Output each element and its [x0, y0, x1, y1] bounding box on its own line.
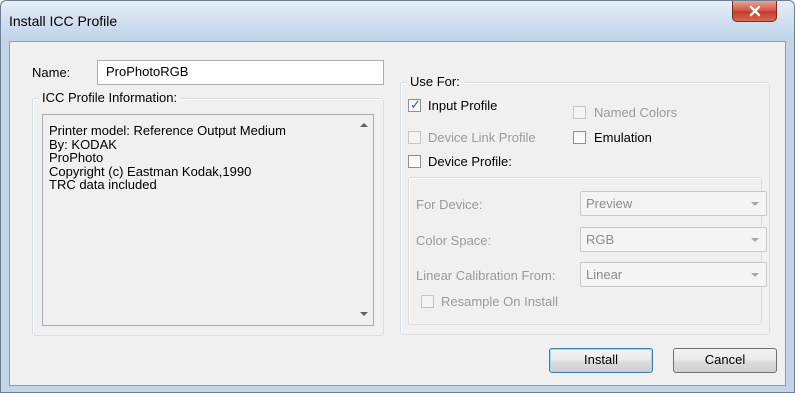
linear-calibration-label: Linear Calibration From:: [416, 268, 556, 283]
named-colors-checkbox[interactable]: [573, 106, 586, 119]
input-profile-label[interactable]: Input Profile: [428, 98, 497, 113]
info-line: TRC data included: [49, 177, 157, 192]
linear-calibration-select[interactable]: Linear: [580, 262, 767, 287]
vertical-scrollbar[interactable]: [356, 115, 373, 325]
device-profile-checkbox[interactable]: [408, 155, 421, 168]
cancel-button[interactable]: Cancel: [673, 348, 777, 373]
info-line: Copyright (c) Eastman Kodak,1990: [49, 163, 252, 179]
checkmark-icon: ✓: [410, 97, 421, 112]
for-device-label: For Device:: [416, 197, 483, 212]
for-device-value: Preview: [586, 196, 633, 211]
scroll-down-arrow-icon[interactable]: [360, 312, 368, 316]
device-link-profile-label[interactable]: Device Link Profile: [428, 130, 536, 145]
close-button[interactable]: [732, 1, 777, 22]
chevron-down-icon: [751, 238, 759, 242]
close-icon: [749, 5, 760, 17]
profile-info-caption: ICC Profile Information:: [39, 90, 181, 105]
resample-label[interactable]: Resample On Install: [441, 294, 558, 309]
scroll-up-arrow-icon[interactable]: [360, 123, 368, 127]
emulation-checkbox[interactable]: [573, 131, 586, 144]
chevron-down-icon: [751, 273, 759, 277]
info-line: ProPhoto: [49, 150, 104, 165]
dialog-body: Name: ProPhotoRGB ICC Profile Informatio…: [9, 41, 786, 386]
chevron-down-icon: [751, 202, 759, 206]
title-bar[interactable]: Install ICC Profile: [1, 1, 794, 41]
emulation-label[interactable]: Emulation: [594, 130, 652, 145]
profile-info-lines: Printer model: Reference Output Medium B…: [49, 124, 286, 192]
for-device-select[interactable]: Preview: [580, 191, 767, 216]
linear-calibration-value: Linear: [586, 267, 623, 282]
device-link-profile-checkbox[interactable]: [408, 131, 421, 144]
input-profile-checkbox[interactable]: ✓: [408, 97, 421, 112]
color-space-select[interactable]: RGB: [580, 227, 767, 252]
device-profile-label[interactable]: Device Profile:: [428, 154, 512, 169]
resample-checkbox[interactable]: [421, 295, 434, 308]
install-button[interactable]: Install: [549, 348, 653, 373]
use-for-caption: Use For:: [407, 74, 463, 89]
info-line: Printer model: Reference Output Medium: [49, 123, 286, 138]
window-title: Install ICC Profile: [9, 13, 118, 29]
info-line: By: KODAK: [49, 136, 117, 152]
color-space-label: Color Space:: [416, 233, 492, 248]
profile-info-text[interactable]: Printer model: Reference Output Medium B…: [42, 114, 374, 326]
name-label: Name:: [32, 65, 71, 80]
name-input[interactable]: ProPhotoRGB: [97, 60, 384, 85]
dialog-window: Install ICC Profile Name: ProPhotoRGB IC…: [0, 0, 795, 393]
named-colors-label[interactable]: Named Colors: [594, 105, 677, 120]
color-space-value: RGB: [586, 232, 615, 247]
